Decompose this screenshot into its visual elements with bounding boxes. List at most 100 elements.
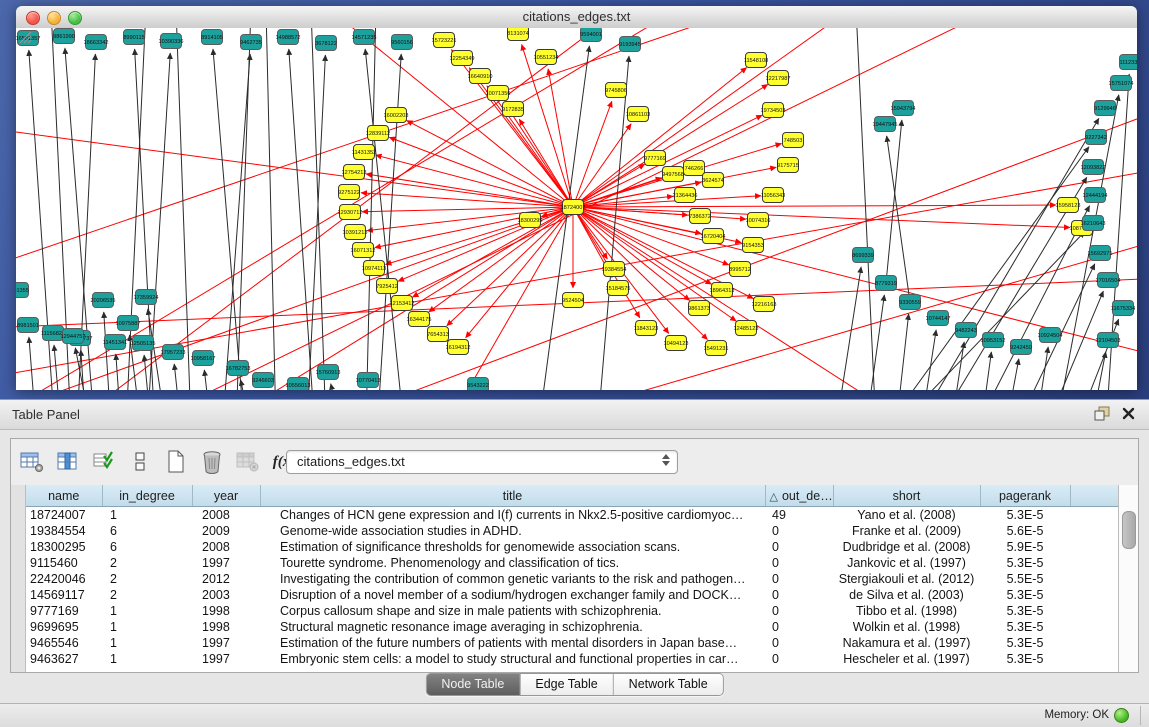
network-node[interactable]: 10391213 [343,225,368,240]
network-node[interactable]: 9330559 [899,295,921,310]
network-node[interactable]: 9560156 [391,35,413,50]
network-node[interactable]: 10974113 [362,261,386,276]
network-edge[interactable] [16,28,776,268]
network-node[interactable]: 8779319 [875,276,897,291]
network-node[interactable]: 12839112 [366,126,390,141]
network-node[interactable]: 9391355 [16,283,29,298]
table-row[interactable]: 969969511998Structural magnetic resonanc… [26,619,1118,635]
delete-trash-icon[interactable] [199,448,225,476]
network-node[interactable]: 748503 [783,133,804,148]
table-row[interactable]: 1830029562008Estimation of significance … [26,539,1118,555]
network-node[interactable]: 10953152 [981,333,1006,348]
network-node[interactable]: 9172835 [502,102,524,117]
network-node[interactable]: 9861373 [688,301,710,316]
column-header-in_degree[interactable]: in_degree [102,485,192,507]
network-node[interactable]: 11548108 [744,53,768,68]
table-row[interactable]: 911546021997Tourette syndrome. Phenomeno… [26,555,1118,571]
network-node[interactable]: 12254349 [450,51,475,66]
network-node[interactable]: 9227342 [1085,130,1107,145]
network-node[interactable]: 12217987 [766,71,791,86]
network-edge[interactable] [331,384,341,390]
network-node[interactable]: 10861103 [626,107,650,122]
network-edge[interactable] [469,68,573,207]
network-node[interactable]: 11843123 [634,321,658,336]
network-node[interactable]: 12930712 [338,205,363,220]
network-edge[interactable] [204,370,211,390]
network-edge[interactable] [1006,359,1019,390]
network-node[interactable]: 9129946 [1094,101,1116,116]
resize-grip-icon[interactable] [16,28,32,44]
float-panel-icon[interactable] [1094,406,1110,421]
network-node[interactable]: 12104503 [1096,333,1121,348]
network-node[interactable]: 17957233 [161,345,186,360]
network-node[interactable]: 15943794 [891,101,916,116]
network-node[interactable]: 10975887 [116,316,141,331]
network-node[interactable]: 16344175 [407,312,432,327]
network-node[interactable]: 17016504 [1096,273,1121,288]
column-header-short[interactable]: short [833,485,980,507]
network-node[interactable]: 8990115 [123,30,144,45]
network-node[interactable]: 7925412 [376,279,398,294]
network-node[interactable]: 17359924 [134,290,159,305]
network-node[interactable]: 16782753 [226,361,251,376]
network-edge[interactable] [921,330,936,390]
network-node[interactable]: 9482243 [955,323,977,338]
network-node[interactable]: 12444194 [1083,188,1108,203]
network-node[interactable]: 18964313 [710,283,735,298]
network-node[interactable]: 9193945 [619,37,641,52]
network-edge[interactable] [522,44,573,207]
network-node[interactable]: 12216163 [752,297,777,312]
select-rows-icon[interactable] [91,448,117,476]
network-edge[interactable] [266,28,276,390]
network-graph[interactable]: 1872400716002203128391121143135212754213… [16,28,1137,390]
network-node[interactable]: 10744147 [926,311,951,326]
network-edge[interactable] [174,364,181,390]
create-column-icon[interactable] [163,448,189,476]
network-node[interactable]: 10390336 [159,34,184,49]
network-edge[interactable] [573,205,1056,207]
network-edge[interactable] [573,207,916,390]
network-node[interactable]: 9242450 [1010,340,1032,355]
network-node[interactable]: 10556013 [286,378,311,391]
network-node[interactable]: 10074316 [746,213,771,228]
network-node[interactable]: 8981501 [17,318,39,333]
column-header-filler[interactable] [1070,485,1118,507]
network-node[interactable]: 16210643 [1081,216,1106,231]
column-header-name[interactable]: name [26,485,102,507]
network-node[interactable]: 9524504 [562,293,584,308]
network-edge[interactable] [573,207,707,340]
network-node[interactable]: 9275122 [338,185,360,200]
scrollbar-thumb[interactable] [1122,511,1136,549]
network-node[interactable]: 8699339 [852,248,874,263]
column-header-pagerank[interactable]: pagerank [980,485,1070,507]
network-node[interactable]: 9745806 [605,83,627,98]
network-node[interactable]: 1112334 [1120,55,1138,70]
network-node[interactable]: 15958123 [1056,198,1081,213]
network-edge[interactable] [886,120,902,283]
network-node[interactable]: 9154353 [742,238,764,253]
network-node[interactable]: 7654313 [427,327,449,342]
network-node[interactable]: 12754213 [342,165,367,180]
network-node[interactable]: 15723221 [432,33,457,48]
network-edge[interactable] [29,337,36,390]
network-edge[interactable] [573,207,1070,228]
table-row[interactable]: 1872400712008Changes of HCN gene express… [26,507,1118,524]
network-node[interactable]: 8995712 [729,262,751,277]
network-node[interactable]: 14988572 [276,30,301,45]
network-node[interactable]: 10924504 [1038,328,1063,343]
network-edge[interactable] [375,207,573,248]
column-header-title[interactable]: title [260,485,765,507]
network-edge[interactable] [866,295,884,390]
show-columns-icon[interactable] [55,448,81,476]
network-node[interactable]: 10770413 [356,373,381,388]
network-node[interactable]: 10071356 [486,86,511,101]
network-node[interactable]: 11056343 [761,188,785,203]
network-node[interactable]: 9594001 [580,28,602,42]
network-node[interactable]: 9462735 [240,35,262,50]
table-row[interactable]: 946362711997Embryonic stem cells: a mode… [26,651,1118,667]
network-node[interactable]: 12505135 [131,336,156,351]
network-edge[interactable] [856,28,876,390]
table-row[interactable]: 977716911998Corpus callosum shape and si… [26,603,1118,619]
network-node[interactable]: 18663342 [84,35,109,50]
tab-node-table[interactable]: Node Table [426,674,519,695]
